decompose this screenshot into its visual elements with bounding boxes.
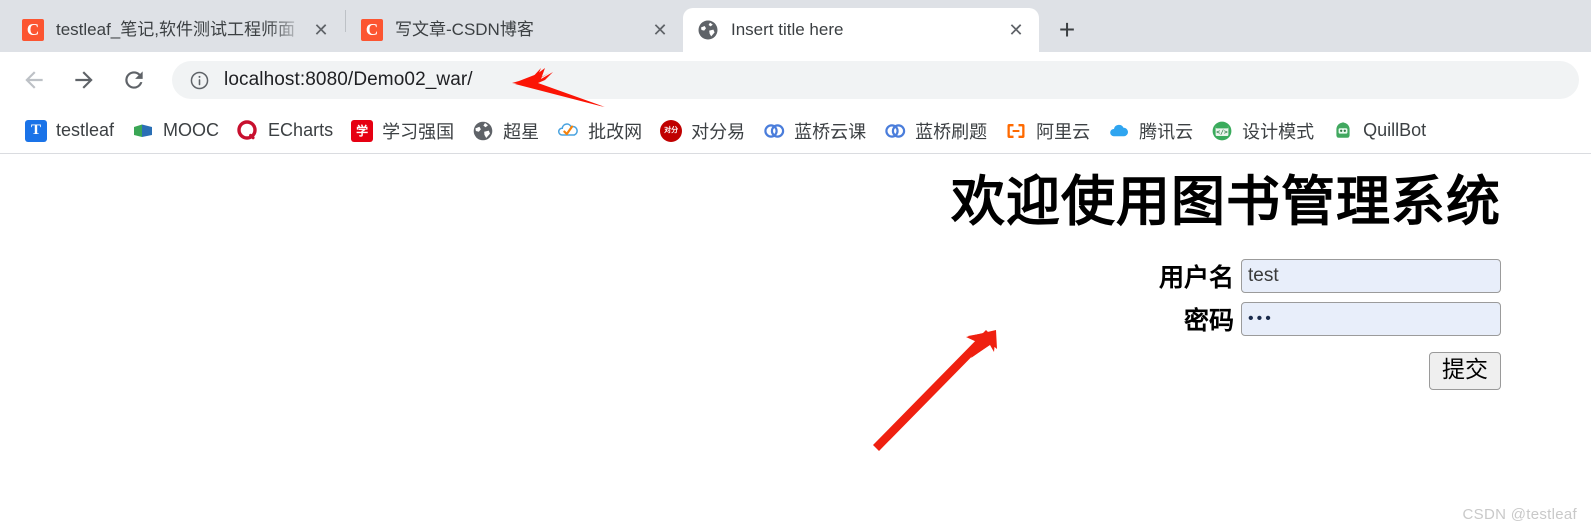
csdn-watermark: CSDN @testleaf	[1462, 506, 1577, 523]
bookmark-chaoxing[interactable]: 超星	[463, 114, 548, 148]
bookmark-testleaf[interactable]: T testleaf	[16, 114, 123, 148]
tab-separator	[345, 10, 346, 32]
bookmark-quillbot[interactable]: QuillBot	[1323, 114, 1435, 148]
bookmark-tencentcloud[interactable]: 腾讯云	[1099, 114, 1202, 148]
browser-toolbar: localhost:8080/Demo02_war/	[0, 52, 1591, 108]
tab-title: Insert title here	[731, 20, 844, 39]
chaoxing-icon	[472, 120, 494, 142]
quillbot-icon	[1332, 120, 1354, 142]
page-title: 欢迎使用图书管理系统	[951, 170, 1501, 233]
bookmark-label: 超星	[503, 121, 540, 142]
forward-arrow-icon[interactable]	[64, 60, 104, 100]
bookmarks-bar: T testleaf MOOC ECharts 学 学习强国 超星 批改网 对分…	[0, 108, 1591, 154]
tab-close-icon[interactable]: ✕	[308, 17, 334, 43]
design-pattern-icon: </>	[1211, 120, 1233, 142]
bookmark-label: ECharts	[268, 120, 334, 140]
echarts-icon	[237, 119, 259, 142]
tab-testleaf[interactable]: C testleaf_笔记,软件测试工程师面 ✕	[8, 8, 344, 52]
bookmark-lanqiao-yunke[interactable]: 蓝桥云课	[754, 114, 875, 148]
bookmark-label: 设计模式	[1242, 121, 1315, 142]
bookmark-label: MOOC	[163, 120, 220, 140]
bookmark-label: QuillBot	[1363, 120, 1427, 140]
browser-window: C testleaf_笔记,软件测试工程师面 ✕ C 写文章-CSDN博客 ✕ …	[0, 0, 1591, 531]
bookmark-label: 批改网	[588, 121, 643, 142]
url-text: localhost:8080/Demo02_war/	[224, 69, 473, 90]
bookmark-label: 学习强国	[382, 121, 455, 142]
globe-favicon-icon	[697, 19, 719, 41]
tab-close-icon[interactable]: ✕	[647, 17, 673, 43]
tab-title: 写文章-CSDN博客	[395, 20, 534, 39]
xuexiqiangguo-icon: 学	[351, 119, 374, 142]
bookmark-label: 阿里云	[1036, 121, 1091, 142]
tab-strip: C testleaf_笔记,软件测试工程师面 ✕ C 写文章-CSDN博客 ✕ …	[0, 0, 1591, 52]
back-arrow-icon[interactable]	[14, 60, 54, 100]
tencentcloud-icon	[1108, 120, 1130, 142]
mooc-icon	[132, 120, 154, 142]
bookmark-label: 对分易	[691, 121, 746, 142]
bookmark-design-pattern[interactable]: </> 设计模式	[1202, 114, 1323, 148]
submit-row: 提交	[1429, 351, 1501, 390]
password-input[interactable]	[1241, 301, 1501, 336]
password-row: 密码	[1184, 301, 1501, 337]
svg-text:</>: </>	[1216, 128, 1228, 136]
tab-close-icon[interactable]: ✕	[1003, 17, 1029, 43]
tab-insert-title-here[interactable]: Insert title here ✕	[683, 8, 1039, 52]
tab-title: testleaf_笔记,软件测试工程师面	[56, 20, 295, 39]
csdn-favicon-icon: C	[361, 19, 383, 41]
csdn-favicon-icon: C	[22, 19, 44, 41]
tab-csdn-write[interactable]: C 写文章-CSDN博客 ✕	[347, 8, 683, 52]
lanqiao-icon	[763, 120, 785, 142]
bookmark-pigai[interactable]: 批改网	[548, 114, 651, 148]
new-tab-button[interactable]: +	[1047, 10, 1087, 50]
login-form: 用户名 密码 提交	[0, 258, 1501, 397]
bookmark-label: 蓝桥云课	[794, 121, 867, 142]
bookmark-label: 腾讯云	[1139, 121, 1194, 142]
bookmark-lanqiao-shuati[interactable]: 蓝桥刷题	[875, 114, 996, 148]
username-input[interactable]	[1241, 258, 1501, 293]
password-label: 密码	[1183, 305, 1234, 335]
bookmark-aliyun[interactable]: 阿里云	[996, 114, 1099, 148]
submit-button[interactable]: 提交	[1429, 351, 1501, 390]
bookmark-duifenyi[interactable]: 对分 对分易	[651, 114, 754, 148]
username-label: 用户名	[1158, 262, 1234, 292]
page-content: 欢迎使用图书管理系统 用户名 密码 提交 CSDN @testleaf	[0, 154, 1591, 531]
bookmark-label: 蓝桥刷题	[915, 121, 988, 142]
bookmark-xuexiqiangguo[interactable]: 学 学习强国	[342, 114, 463, 148]
testleaf-icon: T	[25, 119, 47, 142]
bookmark-echarts[interactable]: ECharts	[228, 114, 342, 148]
address-bar[interactable]: localhost:8080/Demo02_war/	[172, 61, 1579, 99]
reload-icon[interactable]	[114, 60, 154, 100]
bookmark-mooc[interactable]: MOOC	[123, 114, 228, 148]
lanqiao-icon	[884, 120, 906, 142]
username-row: 用户名	[1159, 258, 1501, 294]
info-circle-icon[interactable]	[188, 69, 210, 91]
duifenyi-icon: 对分	[660, 119, 683, 142]
bookmark-label: testleaf	[56, 120, 115, 140]
aliyun-icon	[1005, 120, 1027, 142]
pigai-icon	[557, 120, 579, 142]
